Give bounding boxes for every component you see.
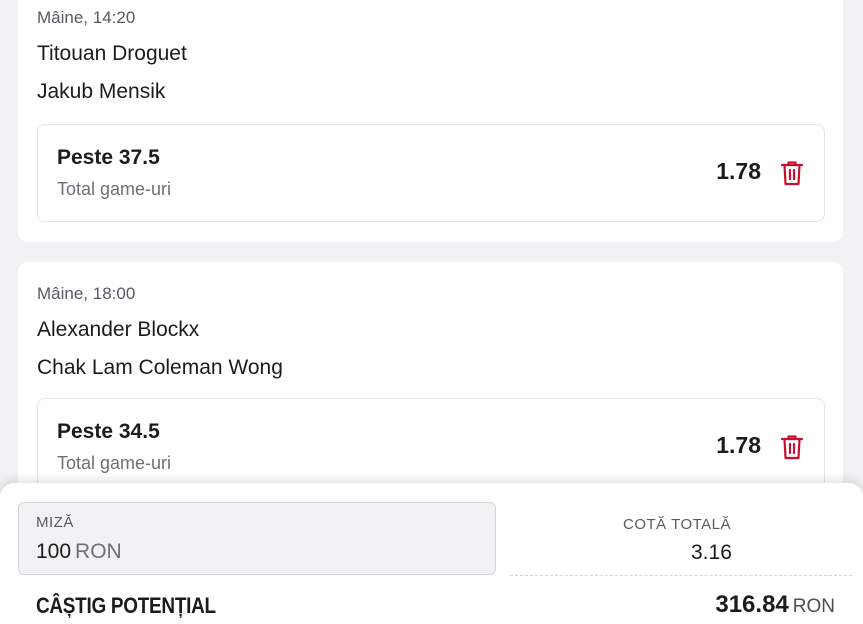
player-2: Jakub Mensik — [37, 80, 166, 103]
bet-selection: Peste 34.5 Total game-uri 1.78 — [37, 398, 825, 496]
potential-win-value: 316.84 — [715, 591, 789, 618]
player-2: Chak Lam Coleman Wong — [37, 356, 283, 379]
stake-input[interactable]: MIZĂ 100 RON — [18, 502, 496, 575]
divider — [510, 575, 852, 576]
market-name: Total game-uri — [57, 453, 172, 473]
trash-icon[interactable] — [780, 160, 804, 186]
selection-name: Peste 37.5 — [57, 146, 160, 169]
potential-win-label: CÂȘTIG POTENȚIAL — [36, 593, 216, 618]
stake-currency: RON — [75, 540, 122, 563]
selection-name: Peste 34.5 — [57, 420, 160, 443]
total-odds-value: 3.16 — [691, 541, 732, 564]
bet-card: Mâine, 14:20 Titouan Droguet Jakub Mensi… — [18, 0, 843, 242]
event-datetime: Mâine, 18:00 — [37, 284, 136, 303]
stake-label: MIZĂ — [36, 514, 74, 531]
event-datetime: Mâine, 14:20 — [37, 8, 136, 27]
potential-win: 316.84 RON — [715, 591, 835, 619]
betslip-page: Mâine, 14:20 Titouan Droguet Jakub Mensi… — [0, 0, 863, 624]
total-odds-label: COTĂ TOTALĂ — [623, 516, 732, 533]
betslip-summary: MIZĂ 100 RON COTĂ TOTALĂ 3.16 CÂȘTIG POTE… — [0, 483, 863, 624]
selection-odd: 1.78 — [716, 158, 761, 184]
stake-amount[interactable]: 100 RON — [36, 540, 122, 564]
potential-win-currency: RON — [792, 596, 835, 617]
market-name: Total game-uri — [57, 179, 172, 199]
stake-value: 100 — [36, 540, 72, 563]
player-1: Alexander Blockx — [37, 318, 200, 341]
player-1: Titouan Droguet — [37, 42, 187, 65]
bet-selection: Peste 37.5 Total game-uri 1.78 — [37, 124, 825, 222]
trash-icon[interactable] — [780, 434, 804, 460]
selection-odd: 1.78 — [716, 432, 761, 458]
